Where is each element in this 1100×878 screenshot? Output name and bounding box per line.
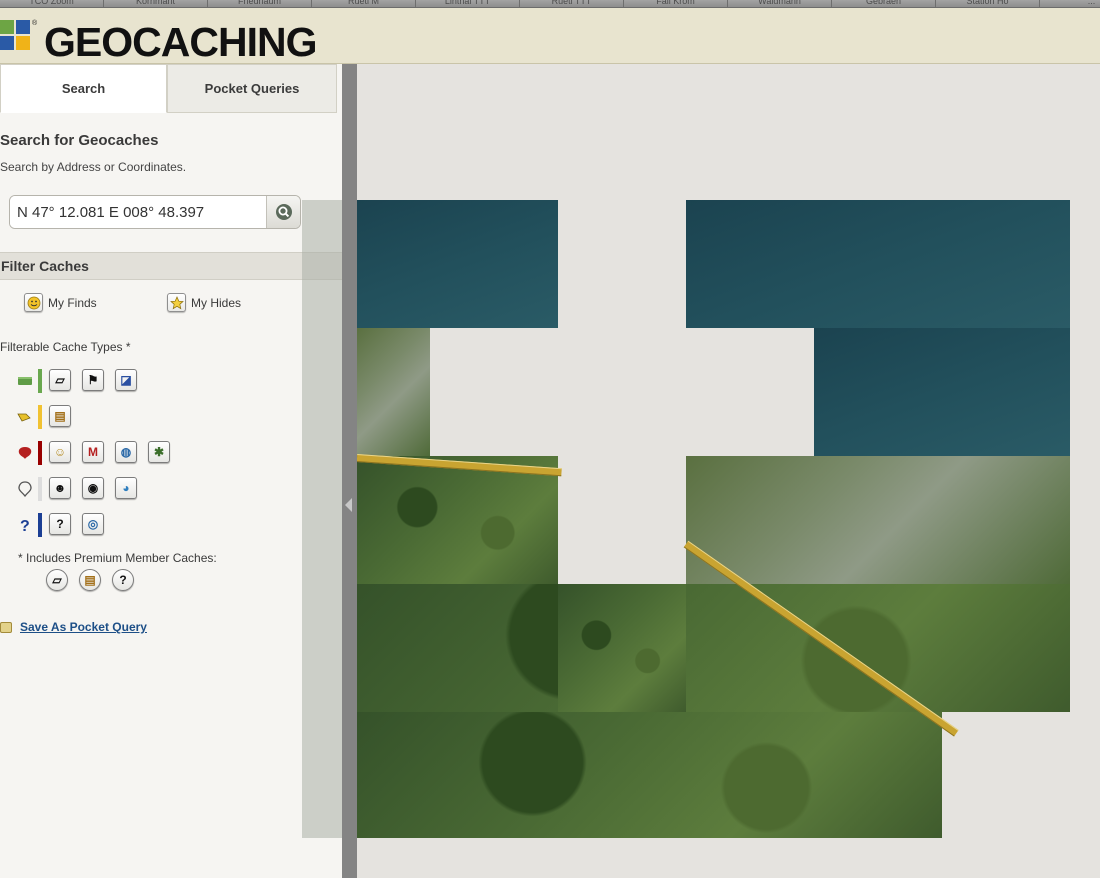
map-tile bbox=[686, 456, 1070, 584]
letterbox-icon: ▤ bbox=[54, 409, 66, 423]
lab-cache-checkbox[interactable]: ◎ bbox=[82, 513, 104, 535]
letterbox-cache-checkbox[interactable]: ▤ bbox=[49, 405, 71, 427]
giga-event-checkbox[interactable]: ✱ bbox=[148, 441, 170, 463]
collapse-arrow-icon[interactable] bbox=[345, 498, 352, 512]
event-group-icon[interactable] bbox=[16, 444, 34, 462]
browser-tab[interactable]: Kornmaht bbox=[104, 0, 208, 7]
map-tile bbox=[357, 712, 942, 838]
earthcache-icon: ◉ bbox=[87, 481, 99, 495]
mystery-group-icon[interactable]: ? bbox=[16, 516, 34, 534]
earthcache-checkbox[interactable]: ◉ bbox=[82, 477, 104, 499]
pocket-query-icon bbox=[0, 622, 12, 633]
earth-group-icon[interactable] bbox=[16, 480, 34, 498]
tab-pocket-queries[interactable]: Pocket Queries bbox=[167, 64, 337, 113]
smiley-icon bbox=[24, 293, 43, 312]
search-panel: Search Pocket Queries Search for Geocach… bbox=[0, 64, 342, 878]
map-tile bbox=[357, 584, 1070, 712]
search-box bbox=[9, 195, 301, 229]
my-finds-label: My Finds bbox=[48, 295, 97, 310]
mega-event-checkbox[interactable]: M bbox=[82, 441, 104, 463]
other-color-bar bbox=[38, 477, 42, 501]
my-finds-toggle[interactable]: My Finds bbox=[24, 293, 97, 312]
wherigo-checkbox[interactable]: ◕ bbox=[115, 477, 137, 499]
multi-cache-checkbox[interactable]: ⚑ bbox=[82, 369, 104, 391]
premium-traditional-icon: ▱ bbox=[46, 569, 68, 591]
traditional-cache-checkbox[interactable]: ▱ bbox=[49, 369, 71, 391]
premium-mystery-icon: ? bbox=[112, 569, 134, 591]
browser-tab[interactable]: ... bbox=[1040, 0, 1100, 7]
giga-icon: ✱ bbox=[153, 445, 165, 459]
premium-letterbox-icon: ▤ bbox=[79, 569, 101, 591]
virtual-cache-checkbox[interactable]: ◪ bbox=[115, 369, 137, 391]
geocaching-logo-icon[interactable] bbox=[0, 20, 30, 50]
search-input[interactable] bbox=[10, 196, 267, 228]
traditional-icon: ▱ bbox=[55, 373, 65, 387]
event-cache-checkbox[interactable]: ☺ bbox=[49, 441, 71, 463]
event-color-bar bbox=[38, 441, 42, 465]
mega-event-icon: M bbox=[88, 445, 98, 459]
map-tile bbox=[357, 328, 430, 456]
map-tile bbox=[558, 584, 686, 712]
letterbox-group-icon[interactable] bbox=[16, 408, 34, 426]
map-overlay-strip bbox=[302, 200, 342, 838]
tab-search[interactable]: Search bbox=[0, 64, 167, 113]
map-tile bbox=[686, 200, 1070, 328]
brand-logo-text[interactable]: GEOCACHING bbox=[44, 18, 317, 66]
lab-icon: ◎ bbox=[87, 517, 99, 531]
browser-tab[interactable]: Rueti TTT bbox=[520, 0, 624, 7]
event-icon: ☺ bbox=[53, 445, 67, 459]
search-subtitle: Search by Address or Coordinates. bbox=[0, 160, 187, 174]
filter-caches-bar: Filter Caches bbox=[0, 252, 342, 280]
map-view[interactable] bbox=[357, 64, 1100, 878]
browser-tab[interactable]: Gebraeh bbox=[832, 0, 936, 7]
panel-tabs: Search Pocket Queries bbox=[0, 64, 337, 113]
webcam-icon: ☻ bbox=[53, 481, 67, 495]
map-tile bbox=[357, 200, 558, 328]
webcam-cache-checkbox[interactable]: ☻ bbox=[49, 477, 71, 499]
search-heading: Search for Geocaches bbox=[0, 132, 159, 149]
search-button[interactable] bbox=[266, 196, 300, 228]
save-as-pocket-query-link[interactable]: Save As Pocket Query bbox=[20, 620, 147, 634]
star-icon bbox=[167, 293, 186, 312]
magnifier-icon bbox=[275, 204, 292, 220]
traditional-color-bar bbox=[38, 369, 42, 393]
browser-tab[interactable]: TCO Zoom bbox=[0, 0, 104, 7]
registered-mark: ® bbox=[32, 20, 38, 27]
cache-types-label: Filterable Cache Types * bbox=[0, 340, 131, 354]
my-hides-toggle[interactable]: My Hides bbox=[167, 293, 241, 312]
letterbox-color-bar bbox=[38, 405, 42, 429]
browser-tab[interactable]: Linthal TTT bbox=[416, 0, 520, 7]
map-tile bbox=[357, 456, 558, 584]
my-hides-label: My Hides bbox=[191, 295, 242, 310]
multi-icon: ⚑ bbox=[87, 373, 99, 387]
premium-note: * Includes Premium Member Caches: bbox=[18, 551, 217, 565]
traditional-group-icon[interactable] bbox=[16, 372, 34, 390]
browser-tab[interactable]: Friedhaum bbox=[208, 0, 312, 7]
cito-icon: ◍ bbox=[120, 445, 132, 459]
mystery-color-bar bbox=[38, 513, 42, 537]
browser-tab[interactable]: Waldmann bbox=[728, 0, 832, 7]
browser-tab[interactable]: Rueti M bbox=[312, 0, 416, 7]
browser-tab-strip: TCO Zoom Kornmaht Friedhaum Rueti M Linthal … bbox=[0, 0, 1100, 8]
browser-tab[interactable]: Fall Krom bbox=[624, 0, 728, 7]
virtual-icon: ◪ bbox=[120, 373, 132, 387]
site-header: ® GEOCACHING bbox=[0, 8, 1100, 66]
panel-splitter[interactable] bbox=[342, 64, 357, 878]
wherigo-icon: ◕ bbox=[122, 481, 130, 495]
mystery-cache-checkbox[interactable]: ? bbox=[49, 513, 71, 535]
browser-tab[interactable]: Station Ho bbox=[936, 0, 1040, 7]
svg-text:?: ? bbox=[20, 518, 30, 534]
map-tile bbox=[814, 328, 1070, 456]
filter-caches-title: Filter Caches bbox=[1, 258, 89, 274]
cito-checkbox[interactable]: ◍ bbox=[115, 441, 137, 463]
mystery-icon: ? bbox=[56, 517, 64, 531]
